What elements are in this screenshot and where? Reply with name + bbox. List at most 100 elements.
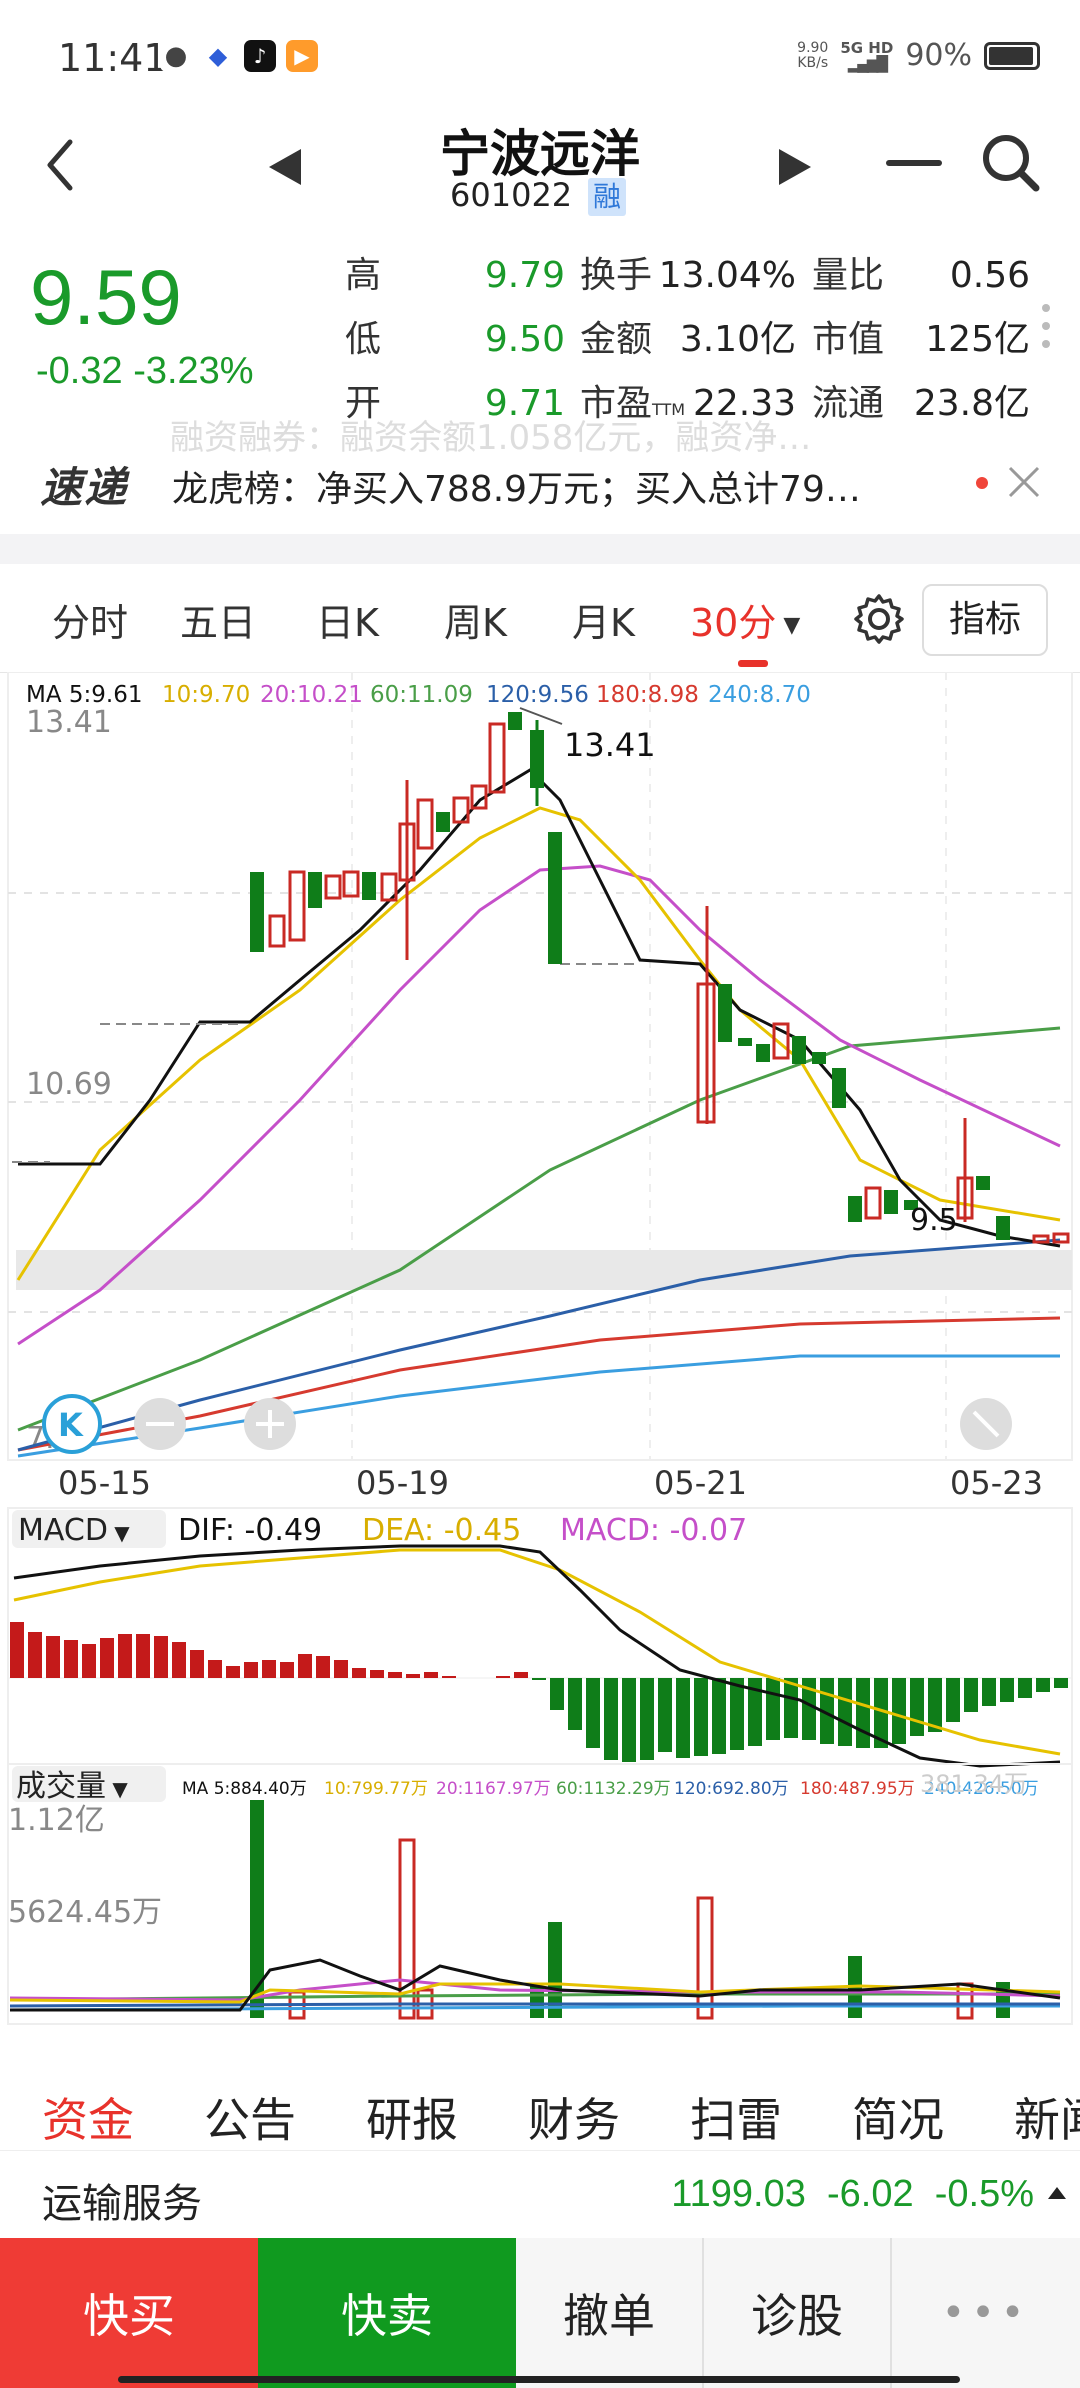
vol-right-label: 381.34万 [920,1770,1028,1798]
tab-announcements[interactable]: 公告 [204,2084,296,2150]
date-label: 05-23 [950,1464,1043,1502]
candle [756,1044,770,1062]
action-bar: 快买 快卖 撤单 诊股 ••• [0,2238,1080,2388]
section-divider [0,534,1080,564]
chevron-up-icon[interactable] [1048,2187,1066,2199]
tab-monthly-k[interactable]: 月K [572,592,635,647]
tab-weekly-k[interactable]: 周K [444,592,507,647]
prev-stock-icon[interactable] [265,145,305,189]
chevron-down-icon: ▼ [108,1521,130,1545]
industry-change: -6.02 [826,2173,914,2215]
battery-icon [984,41,1040,70]
industry-row[interactable]: 运输服务 1199.03 -6.02 -0.5% [0,2150,1080,2240]
tab-reports[interactable]: 研报 [366,2084,458,2150]
kline-chart[interactable]: MA 5:9.61 10:9.70 20:10.21 60:11.09 120:… [0,672,1080,2032]
gesture-bar [118,2376,960,2383]
tab-news[interactable]: 新闻 [1014,2084,1080,2150]
label-low: 低 [345,319,382,360]
wechat-icon: ● [160,40,192,72]
candle [308,872,322,908]
ma-legend-240: 240:8.70 [708,682,811,708]
tab-daily-k[interactable]: 日K [316,592,379,647]
status-indicators: 9.90 KB/s 5G HD ▂▄▆█ 90% [797,38,1040,73]
quick-sell-button[interactable]: 快卖 [258,2238,516,2388]
volume-bars [250,1800,1010,2020]
ma-legend-120: 120:9.56 [486,682,589,708]
tab-funds[interactable]: 资金 [42,2084,134,2150]
news-text[interactable]: 龙虎榜：净买入788.9万元；买入总计79… [172,460,972,512]
current-price: 9.59 [30,253,182,341]
candle [996,1216,1010,1240]
date-label: 05-15 [58,1464,151,1502]
news-ticker[interactable]: 速递 龙虎榜：净买入788.9万元；买入总计79… [0,440,1080,530]
next-stock-icon[interactable] [775,145,815,189]
candle [508,712,522,730]
label-amount: 金额 [580,319,653,360]
status-time: 11:41 [58,36,168,80]
candle [488,722,506,794]
industry-name: 运输服务 [42,2181,202,2227]
quote-col-2: 换手 13.04% 金额 3.10亿 市盈TTM 22.33 [580,244,796,436]
tab-30min[interactable]: 30分 ▼ [690,592,800,647]
remove-watchlist-button[interactable] [886,160,942,166]
status-bar: 11:41 ● ◆ ♪ ▶ 9.90 KB/s 5G HD ▂▄▆█ 90% [0,0,1080,110]
status-app-icons: ● ◆ ♪ ▶ [160,40,318,72]
more-actions-button[interactable]: ••• [892,2238,1080,2388]
signal-icon: 5G HD ▂▄▆█ [840,40,893,72]
vol-y-label-mid: 5624.45万 [8,1895,162,1930]
quote-col-1: 高 9.79 低 9.50 开 9.71 [345,244,565,436]
value-market-cap: 125亿 [925,319,1030,360]
candle [738,1038,752,1046]
back-icon[interactable] [36,130,86,200]
candle [288,870,306,942]
candle [530,730,544,788]
date-label: 05-19 [356,1464,449,1502]
diagnose-button[interactable]: 诊股 [704,2238,892,2388]
candle [884,1190,898,1214]
y-label-high: 13.41 [26,705,112,740]
ma-legend-20: 20:10.21 [260,682,363,708]
gear-icon[interactable] [852,592,906,646]
quote-panel: 9.59 -0.32 -3.23% 高 9.79 低 9.50 开 9.71 换手 13… [0,232,1080,424]
price-chart-frame [7,672,1073,1461]
tab-financials[interactable]: 财务 [528,2084,620,2150]
tab-five-day[interactable]: 五日 [180,592,256,647]
label-market-cap: 市值 [812,319,885,360]
vol-ma-120: 120:692.80万 [674,1779,789,1799]
tab-intraday[interactable]: 分时 [52,592,128,647]
candle [1052,1232,1070,1244]
vol-ma-5: MA 5:884.40万 [182,1779,307,1799]
more-quote-icon[interactable] [1042,304,1052,358]
label-high: 高 [345,255,382,296]
tab-risk-scan[interactable]: 扫雷 [690,2084,782,2150]
signal-bars-icon: ▂▄▆█ [847,54,888,73]
cancel-order-button[interactable]: 撤单 [516,2238,704,2388]
quote-market-cap: 市值 125亿 [812,308,1030,372]
macd-dif: DIF: -0.49 [178,1513,322,1548]
active-tab-indicator [738,660,768,667]
macd-value: MACD: -0.07 [560,1513,747,1548]
candle [976,1176,990,1190]
label-volume-ratio: 量比 [812,255,885,296]
ma5-line [18,768,1061,1248]
period-tabs: 分时 五日 日K 周K 月K 30分 ▼ 指标 [0,564,1080,674]
quote-volume-ratio: 量比 0.56 [812,244,1030,308]
video-app-icon: ▶ [286,40,318,72]
ma-legend-10: 10:9.70 [162,682,250,708]
net-speed-value: 9.90 [797,39,829,56]
indicator-button[interactable]: 指标 [922,584,1048,656]
candle [250,872,264,952]
vol-ma-20: 20:1167.97万 [436,1779,551,1799]
info-tabs: 资金 公告 研报 财务 扫雷 简况 新闻 [0,2050,1080,2160]
tab-profile[interactable]: 简况 [852,2084,944,2150]
label-float-cap: 流通 [812,383,885,424]
value-volume-ratio: 0.56 [949,255,1030,296]
close-icon[interactable] [1004,462,1044,502]
battery-percent: 90% [905,38,972,73]
net-speed: 9.90 KB/s [797,39,829,71]
current-price-band [16,1250,1072,1290]
candle [548,832,562,964]
quick-buy-button[interactable]: 快买 [0,2238,258,2388]
search-icon[interactable] [978,130,1042,194]
candle [792,1036,806,1064]
